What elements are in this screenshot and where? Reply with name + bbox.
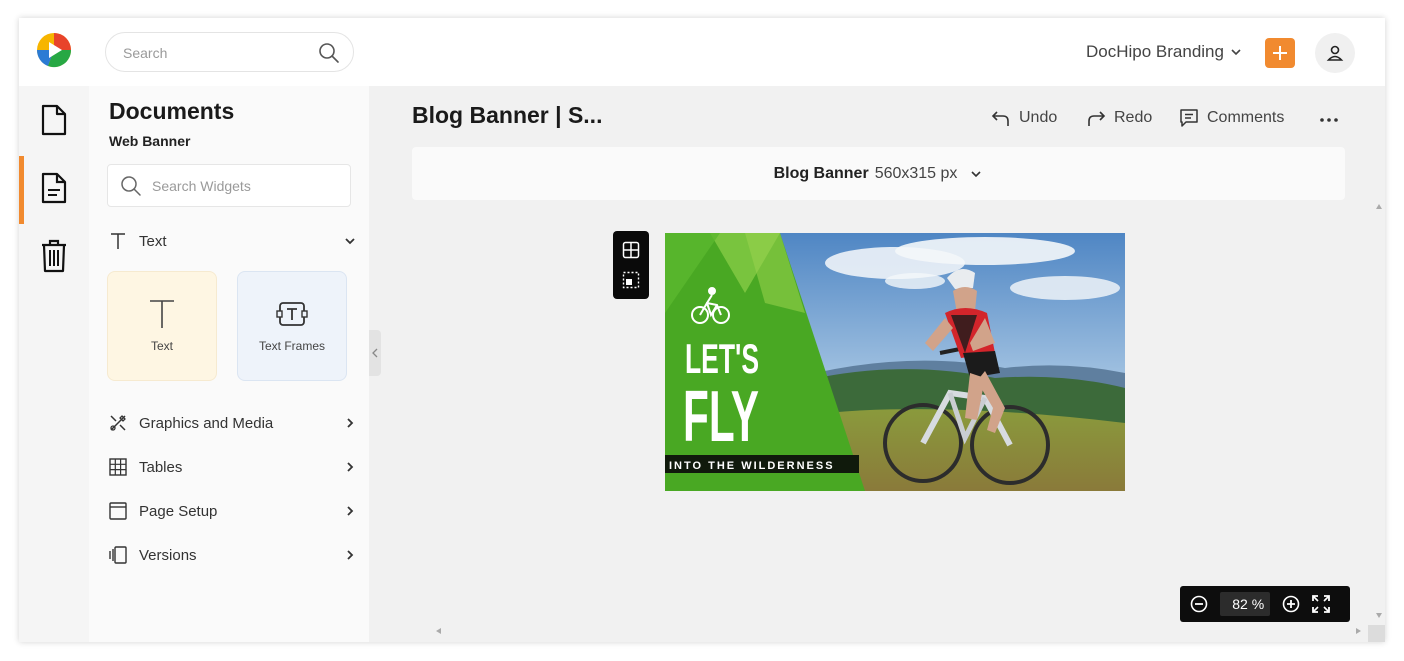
scroll-up-arrow[interactable] — [1376, 204, 1382, 209]
zoom-unit: % — [1251, 596, 1265, 612]
comments-label: Comments — [1207, 109, 1285, 126]
chevron-down-icon — [971, 170, 981, 177]
zoom-controls: % — [1180, 586, 1350, 622]
chevron-left-icon — [372, 348, 378, 358]
chevron-down-icon — [1231, 49, 1241, 56]
panel-title: Documents — [109, 98, 235, 124]
trash-icon — [42, 239, 66, 273]
plus-icon — [1273, 46, 1287, 60]
redo-button[interactable]: Redo — [1086, 106, 1152, 130]
grid-icon[interactable] — [620, 239, 642, 261]
section-tables[interactable]: Tables — [107, 454, 357, 480]
size-name: Blog Banner — [773, 164, 869, 182]
global-search-input[interactable] — [123, 42, 313, 64]
scroll-left-arrow[interactable] — [436, 628, 441, 634]
left-rail — [19, 86, 89, 642]
widget-card-text-frames[interactable]: Text Frames — [237, 271, 347, 381]
scroll-corner — [1368, 625, 1385, 642]
widget-card-label: Text — [150, 339, 173, 353]
dochipo-logo[interactable] — [36, 32, 72, 68]
text-frame-icon — [276, 302, 308, 326]
scroll-down-arrow[interactable] — [1376, 613, 1382, 618]
search-icon — [121, 176, 141, 196]
banner-artwork: LET'S FLY INTO THE WILDERNESS — [665, 233, 1125, 491]
zoom-in-button[interactable] — [1276, 586, 1306, 622]
banner-headline-line2: FLY — [683, 377, 759, 457]
zoom-in-icon — [1282, 595, 1300, 613]
comment-icon — [1180, 109, 1198, 127]
fullscreen-icon — [1312, 595, 1330, 613]
banner-tagline: INTO THE WILDERNESS — [669, 460, 835, 472]
document-lines-icon — [41, 172, 67, 204]
document-title[interactable]: Blog Banner | S... — [412, 102, 602, 129]
undo-label: Undo — [1019, 109, 1058, 126]
brand-kit-label: DocHipo Branding — [1086, 42, 1224, 61]
zoom-level: % — [1220, 592, 1270, 616]
chevron-right-icon — [347, 506, 354, 516]
widget-search — [107, 164, 351, 207]
rail-item-widgets[interactable] — [19, 156, 89, 224]
banner-headline-line1: LET'S — [685, 335, 759, 382]
zoom-out-button[interactable] — [1184, 586, 1214, 622]
chevron-down-icon — [345, 238, 355, 245]
panel-subtitle: Web Banner — [109, 133, 191, 149]
banner-size-selector[interactable]: Blog Banner 560x315 px — [412, 147, 1345, 200]
brand-kit-dropdown[interactable]: DocHipo Branding — [1086, 40, 1242, 64]
fit-to-screen-button[interactable] — [1306, 586, 1336, 622]
document-icon — [41, 104, 67, 136]
rail-item-trash[interactable] — [19, 224, 89, 288]
section-text[interactable]: Text — [107, 228, 357, 254]
undo-button[interactable]: Undo — [991, 106, 1057, 130]
rail-item-documents[interactable] — [19, 88, 89, 152]
search-icon[interactable] — [318, 42, 340, 64]
text-icon — [107, 230, 129, 252]
section-text-label: Text — [139, 232, 167, 250]
graphics-icon — [107, 412, 129, 434]
create-new-button[interactable] — [1265, 38, 1295, 68]
scroll-right-arrow[interactable] — [1356, 628, 1361, 634]
section-label: Page Setup — [139, 502, 218, 520]
user-avatar[interactable] — [1315, 33, 1355, 73]
table-icon — [107, 456, 129, 478]
chevron-right-icon — [347, 550, 354, 560]
redo-label: Redo — [1114, 109, 1153, 126]
section-label: Graphics and Media — [139, 414, 274, 432]
select-area-icon[interactable] — [620, 269, 642, 291]
top-bar: DocHipo Branding — [19, 18, 1385, 86]
redo-icon — [1088, 111, 1106, 126]
versions-icon — [107, 544, 129, 566]
widget-card-label: Text Frames — [258, 339, 325, 353]
chevron-right-icon — [347, 462, 354, 472]
comments-button[interactable]: Comments — [1179, 106, 1284, 130]
page-setup-icon — [107, 500, 129, 522]
section-page-setup[interactable]: Page Setup — [107, 498, 357, 524]
editor-area: Blog Banner | S... Undo Redo Comments Bl… — [369, 86, 1385, 642]
undo-icon — [991, 111, 1009, 126]
widgets-panel: Documents Web Banner Text Text Text Fram… — [89, 86, 369, 642]
chevron-right-icon — [347, 418, 354, 428]
section-graphics-and-media[interactable]: Graphics and Media — [107, 410, 357, 436]
section-label: Tables — [139, 458, 183, 476]
widget-search-input[interactable] — [152, 176, 342, 196]
section-versions[interactable]: Versions — [107, 542, 357, 568]
collapse-panel-handle[interactable] — [369, 330, 381, 376]
more-options-icon[interactable] — [1319, 110, 1339, 130]
page-tools — [613, 231, 649, 299]
section-label: Versions — [139, 546, 197, 564]
text-icon — [150, 300, 174, 328]
size-value: 560x315 px — [874, 164, 958, 182]
widget-card-text[interactable]: Text — [107, 271, 217, 381]
app-window: DocHipo Branding Documents Web Banner — [19, 18, 1385, 642]
global-search — [105, 32, 354, 72]
zoom-level-input[interactable] — [1225, 596, 1248, 612]
blog-banner-canvas[interactable]: LET'S FLY INTO THE WILDERNESS — [665, 233, 1125, 491]
user-icon — [1326, 45, 1344, 61]
zoom-out-icon — [1190, 595, 1208, 613]
